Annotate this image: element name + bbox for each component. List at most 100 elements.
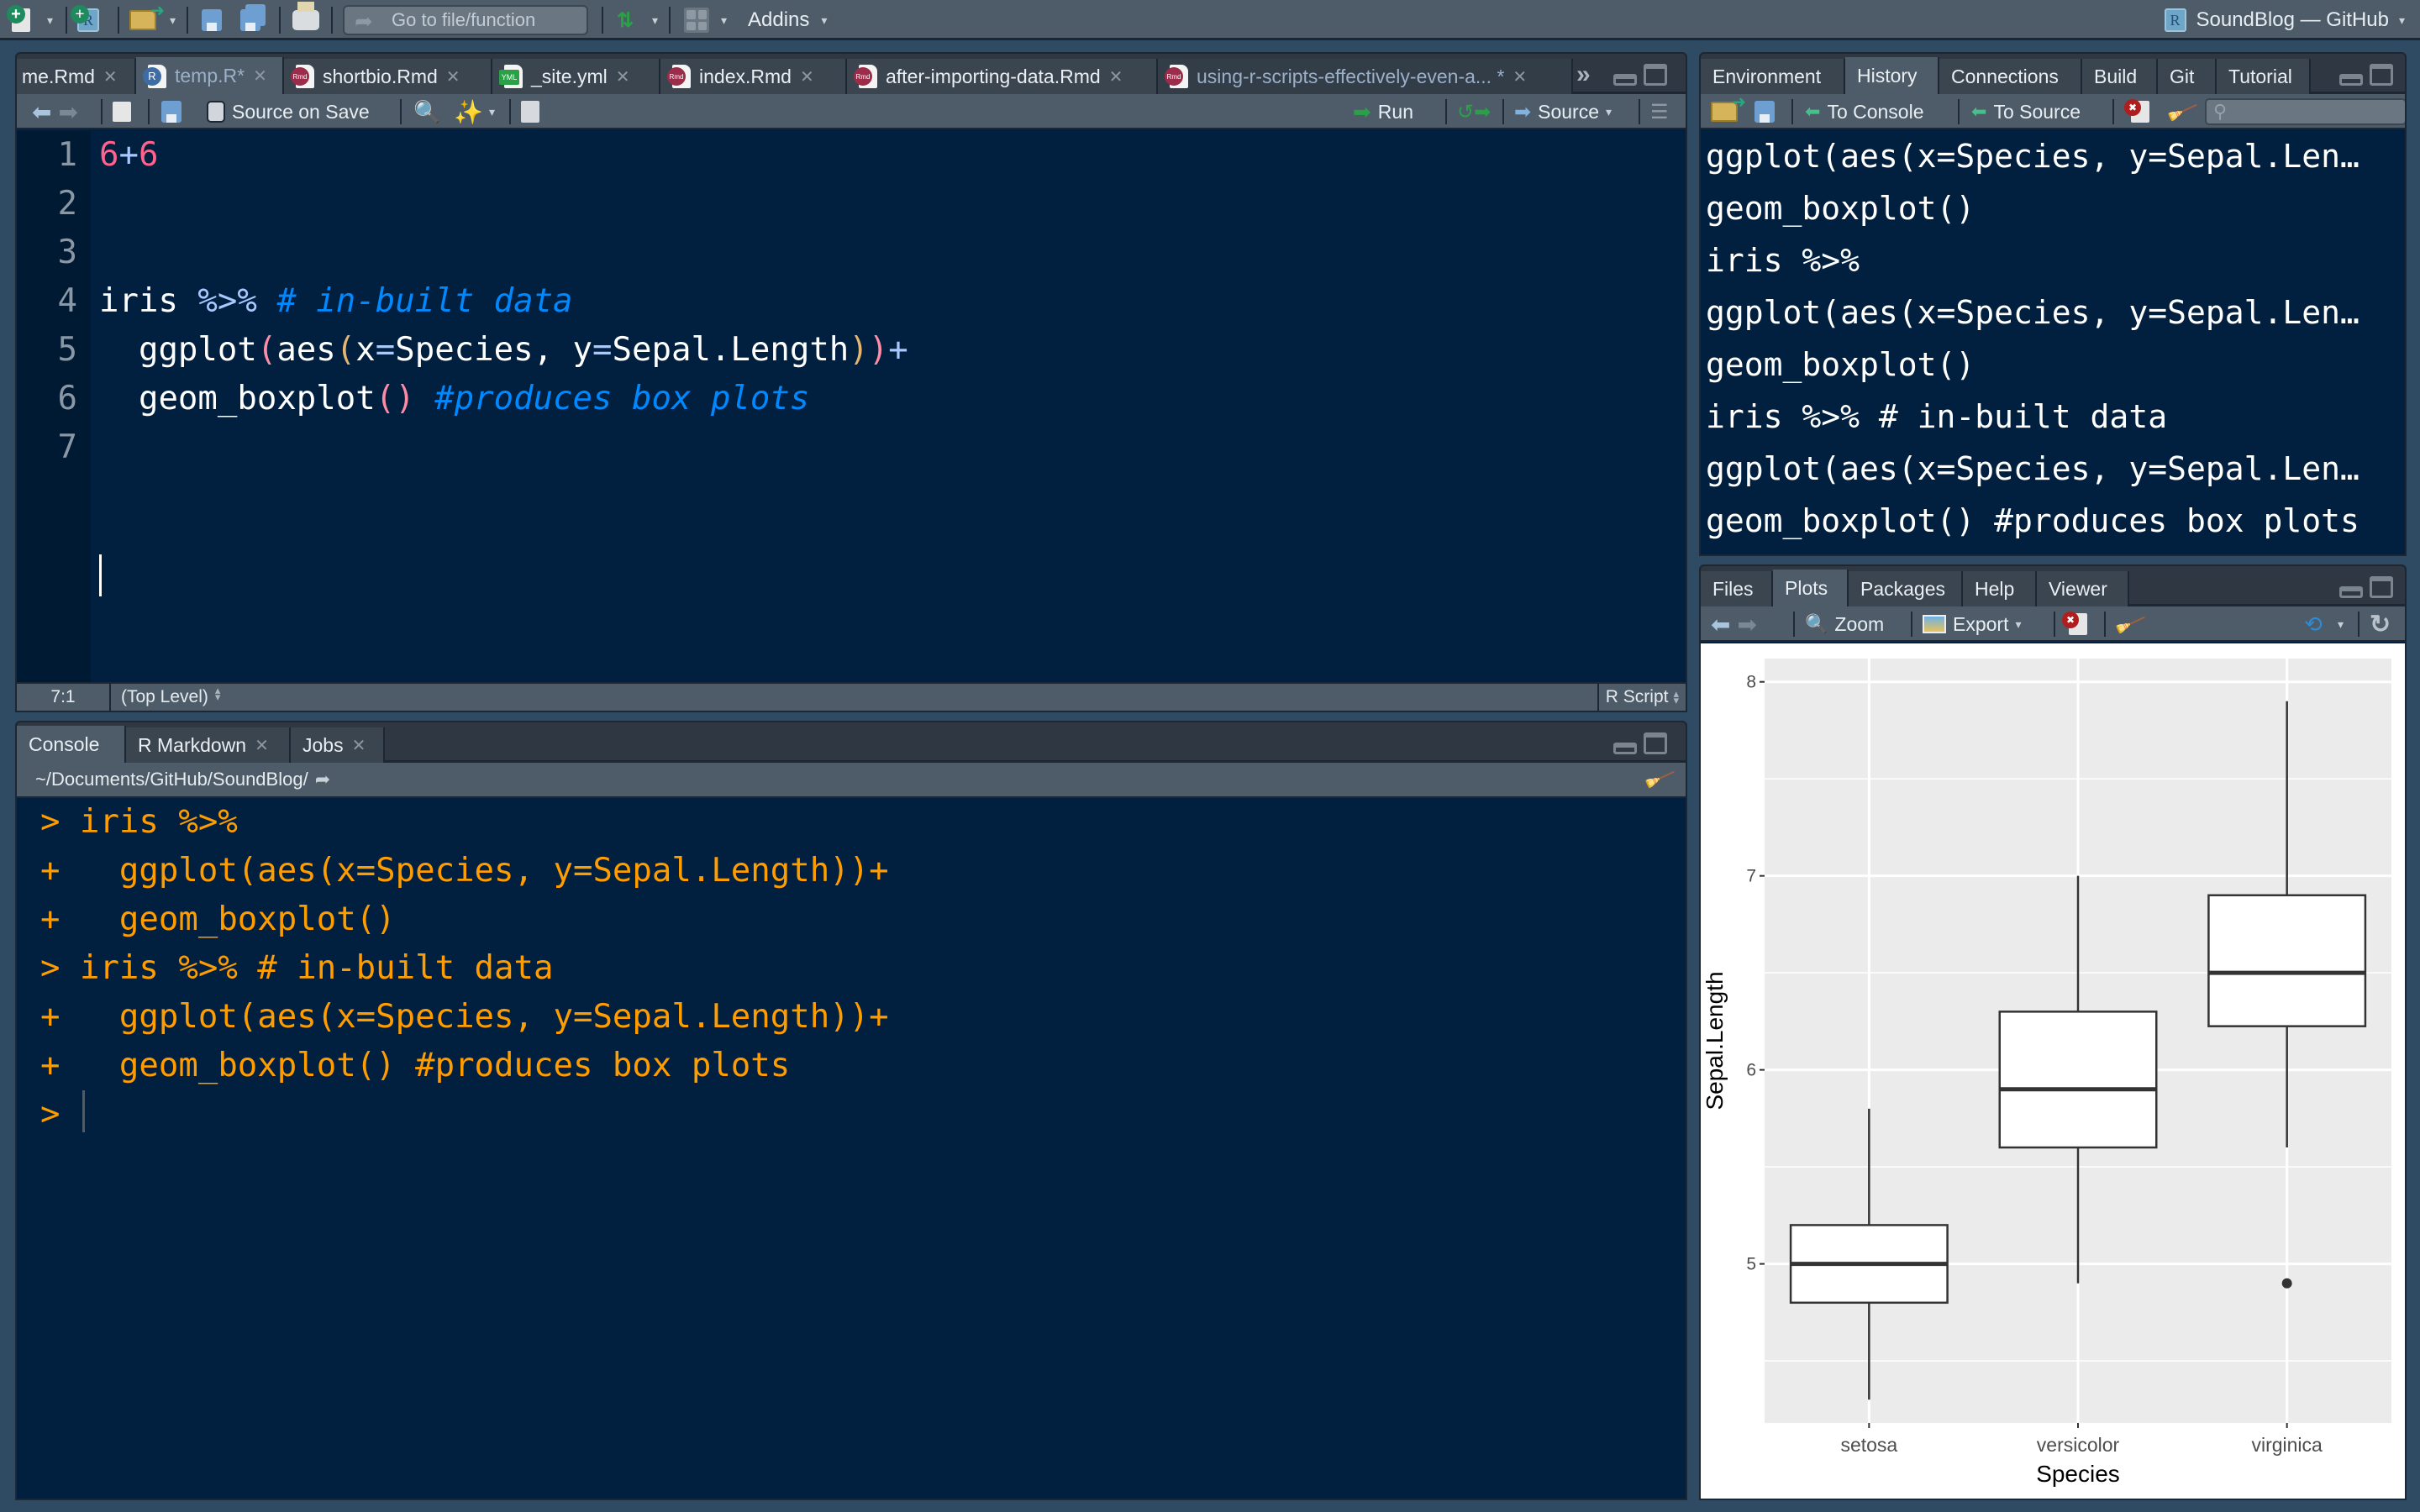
next-plot-icon[interactable]: ➡	[1737, 611, 1756, 638]
tab-viewer[interactable]: Viewer	[2037, 571, 2129, 606]
minimize-pane-icon[interactable]	[1613, 74, 1637, 86]
tab-tutorial[interactable]: Tutorial	[2217, 59, 2311, 94]
minimize-pane-icon[interactable]	[1613, 743, 1637, 754]
addins-menu[interactable]: Addins ▾	[748, 0, 827, 40]
tab-build[interactable]: Build	[2082, 59, 2158, 94]
vcs-dropdown-icon[interactable]: ▾	[652, 7, 658, 34]
console-output[interactable]: > iris %>% + ggplot(aes(x=Species, y=Sep…	[27, 800, 1686, 1499]
clear-history-icon[interactable]: 🧹	[2165, 94, 2199, 129]
history-item[interactable]: geom_boxplot()	[1706, 190, 2403, 227]
print-icon[interactable]	[292, 2, 319, 34]
code-tools-icon[interactable]: ✨	[454, 94, 483, 129]
go-to-file-input[interactable]: ➦ Go to file/function	[343, 5, 588, 35]
workspace-panes-icon[interactable]	[684, 7, 709, 34]
close-icon[interactable]: ✕	[1512, 66, 1527, 87]
history-item[interactable]: geom_boxplot() #produces box plots	[1706, 502, 2403, 539]
document-outline-icon[interactable]: ☰	[1650, 94, 1669, 129]
project-menu[interactable]: R SoundBlog — GitHub ▾	[2164, 0, 2405, 40]
maximize-pane-icon[interactable]	[1644, 732, 1667, 754]
editor-tab-2[interactable]: Rmd shortbio.Rmd ✕	[284, 59, 492, 94]
code-editor[interactable]: 1234567 6+6 iris %>% # in-built data ggpl…	[17, 131, 1686, 685]
code-line[interactable]: iris %>% # in-built data	[99, 282, 573, 320]
source-button[interactable]: ➡ Source ▾	[1514, 94, 1612, 129]
editor-tab-5[interactable]: Rmd after-importing-data.Rmd ✕	[847, 59, 1158, 94]
workspace-panes-dropdown-icon[interactable]: ▾	[721, 7, 727, 34]
console-tab-r-markdown[interactable]: R Markdown ✕	[126, 727, 291, 763]
editor-tab-3[interactable]: YML _site.yml ✕	[492, 59, 660, 94]
editor-tab-0[interactable]: me.Rmd ✕	[17, 59, 136, 94]
history-item[interactable]: iris %>% # in-built data	[1706, 398, 2403, 435]
open-file-dropdown-icon[interactable]: ▾	[170, 7, 176, 34]
source-on-save-checkbox[interactable]: Source on Save	[207, 94, 370, 129]
refresh-icon[interactable]: ↻	[2370, 606, 2391, 642]
minimize-pane-icon[interactable]	[2339, 74, 2363, 86]
tab-files[interactable]: Files	[1701, 571, 1773, 606]
zoom-button[interactable]: 🔍 Zoom	[1805, 606, 1884, 642]
chevron-down-icon[interactable]: ▾	[1606, 105, 1612, 119]
clear-plots-icon[interactable]: 🧹	[2112, 606, 2147, 642]
close-icon[interactable]: ✕	[800, 66, 814, 87]
maximize-pane-icon[interactable]	[1644, 64, 1667, 86]
rerun-icon[interactable]: ↺➡	[1457, 94, 1491, 129]
show-in-new-window-icon[interactable]	[113, 94, 131, 129]
tab-overflow-icon[interactable]: »	[1576, 60, 1591, 89]
new-project-icon[interactable]: R +	[71, 5, 99, 34]
close-icon[interactable]: ✕	[1109, 66, 1123, 87]
go-to-directory-icon[interactable]: ➦	[315, 769, 330, 790]
search-icon[interactable]: 🔍	[413, 94, 440, 129]
scope-selector[interactable]: (Top Level) ▴ ▾	[111, 685, 220, 707]
load-history-icon[interactable]	[1711, 92, 1746, 129]
tab-connections[interactable]: Connections	[1939, 59, 2082, 94]
file-type-selector[interactable]: R Script ▴ ▾	[1597, 684, 1686, 711]
save-icon[interactable]	[161, 94, 182, 129]
close-icon[interactable]: ✕	[616, 66, 630, 87]
vcs-icon[interactable]: ⇅	[617, 7, 634, 34]
new-file-icon[interactable]: +	[7, 5, 30, 34]
forward-icon[interactable]: ➡	[58, 98, 77, 126]
history-item[interactable]: ggplot(aes(x=Species, y=Sepal.Len…	[1706, 138, 2403, 175]
tab-help[interactable]: Help	[1963, 571, 2037, 606]
console-tab-jobs[interactable]: Jobs ✕	[291, 727, 385, 763]
close-icon[interactable]: ✕	[255, 735, 269, 756]
export-button[interactable]: Export ▾	[1923, 606, 2022, 642]
code-line[interactable]: ggplot(aes(x=Species, y=Sepal.Length))+	[99, 331, 908, 369]
maximize-pane-icon[interactable]	[2370, 576, 2393, 598]
remove-entries-icon[interactable]	[2124, 94, 2149, 129]
maximize-pane-icon[interactable]	[2370, 64, 2393, 86]
compile-report-icon[interactable]	[521, 94, 539, 129]
tab-packages[interactable]: Packages	[1849, 571, 1963, 606]
close-icon[interactable]: ✕	[446, 66, 460, 87]
publish-dropdown-icon[interactable]: ▾	[2338, 606, 2344, 642]
history-item[interactable]: ggplot(aes(x=Species, y=Sepal.Len…	[1706, 294, 2403, 331]
run-button[interactable]: ➡ Run	[1353, 94, 1413, 129]
console-prompt[interactable]: >	[40, 1095, 80, 1133]
close-icon[interactable]: ✕	[103, 66, 118, 87]
close-icon[interactable]: ✕	[352, 735, 366, 756]
editor-tab-1[interactable]: R temp.R* ✕	[136, 57, 284, 95]
code-line[interactable]: geom_boxplot() #produces box plots	[99, 380, 809, 417]
code-tools-dropdown-icon[interactable]: ▾	[489, 94, 495, 129]
history-search-input[interactable]: ⚲	[2205, 98, 2405, 125]
save-all-icon[interactable]	[240, 7, 260, 34]
back-icon[interactable]: ⬅	[32, 98, 51, 126]
save-history-icon[interactable]	[1754, 94, 1775, 129]
save-icon[interactable]	[202, 7, 222, 34]
to-console-button[interactable]: ⬅ To Console	[1805, 94, 1924, 129]
previous-plot-icon[interactable]: ⬅	[1711, 611, 1730, 638]
tab-history[interactable]: History	[1845, 57, 1939, 95]
new-file-dropdown-icon[interactable]: ▾	[47, 7, 53, 34]
minimize-pane-icon[interactable]	[2339, 586, 2363, 598]
close-icon[interactable]: ✕	[253, 66, 267, 87]
console-tab-console[interactable]: Console	[17, 726, 126, 764]
remove-plot-icon[interactable]	[2062, 606, 2087, 642]
editor-tab-6[interactable]: Rmd using-r-scripts-effectively-even-a..…	[1158, 59, 1573, 94]
tab-plots[interactable]: Plots	[1773, 570, 1849, 607]
clear-console-icon[interactable]: 🧹	[1641, 762, 1676, 795]
publish-icon[interactable]: ⟲	[2304, 606, 2323, 642]
history-item[interactable]: ggplot(aes(x=Species, y=Sepal.Len…	[1706, 450, 2403, 487]
tab-git[interactable]: Git	[2158, 59, 2217, 94]
code-line[interactable]: 6+6	[99, 136, 158, 174]
to-source-button[interactable]: ⬅ To Source	[1971, 94, 2081, 129]
history-item[interactable]: iris %>%	[1706, 242, 2403, 279]
editor-tab-4[interactable]: Rmd index.Rmd ✕	[660, 59, 847, 94]
